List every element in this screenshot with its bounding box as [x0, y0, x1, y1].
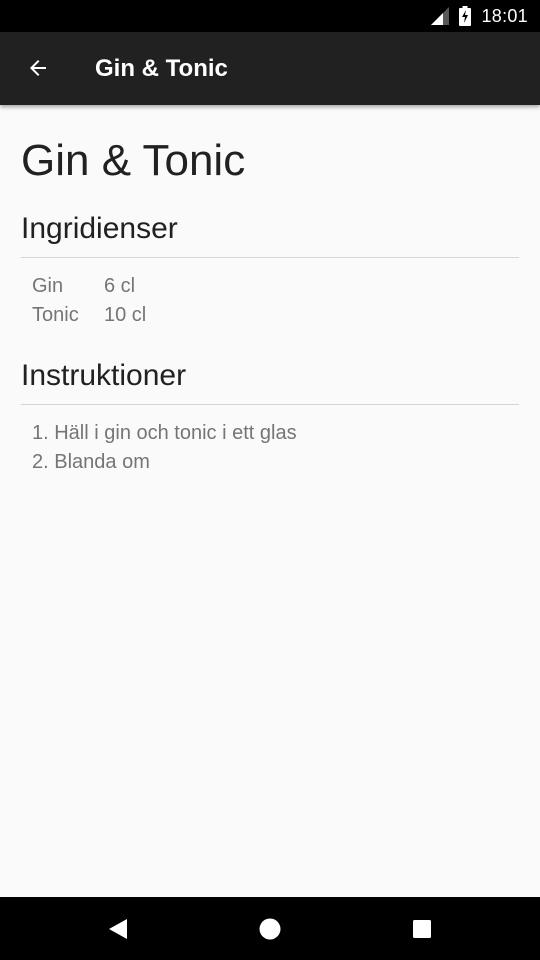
instruction-step: 1. Häll i gin och tonic i ett glas	[32, 422, 297, 444]
ingredient-name: Tonic	[32, 304, 79, 326]
ingredient-name: Gin	[32, 275, 64, 297]
system-nav-bar	[0, 897, 540, 960]
instructions-heading: Instruktioner	[21, 359, 187, 392]
ingredient-row: Tonic 10 cl	[32, 301, 519, 330]
recipe-title: Gin & Tonic	[21, 136, 246, 185]
instructions-divider	[21, 404, 519, 405]
ingredient-row: Gin 6 cl	[32, 272, 519, 301]
instruction-list: 1. Häll i gin och tonic i ett glas 2. Bl…	[21, 419, 519, 477]
screen: 18:01 Gin & Tonic Gin & Tonic Ingridiens…	[0, 0, 540, 960]
status-time: 18:01	[481, 5, 528, 26]
status-bar: 18:01	[0, 0, 540, 32]
recipe-content: Gin & Tonic Ingridienser Gin 6 cl Tonic …	[21, 105, 519, 477]
ingredients-heading: Ingridienser	[21, 212, 178, 245]
instruction-step: 2. Blanda om	[32, 451, 150, 473]
ingredient-list: Gin 6 cl Tonic 10 cl	[21, 272, 519, 330]
ingredients-divider	[21, 257, 519, 258]
ingredient-amount: 6 cl	[104, 275, 136, 297]
status-icons: 18:01	[431, 0, 528, 32]
nav-back-button[interactable]	[88, 897, 148, 960]
nav-back-icon	[109, 918, 127, 939]
nav-recents-icon	[413, 919, 431, 938]
app-toolbar: Gin & Tonic	[0, 32, 540, 105]
back-button[interactable]	[14, 44, 62, 92]
nav-recents-button[interactable]	[392, 897, 452, 960]
nav-home-icon	[259, 918, 281, 939]
battery-charging-icon	[459, 6, 472, 26]
ingredient-amount: 10 cl	[104, 304, 147, 326]
signal-icon	[431, 7, 450, 25]
arrow-back-icon	[30, 60, 46, 76]
toolbar-title: Gin & Tonic	[95, 55, 228, 82]
nav-home-button[interactable]	[240, 897, 300, 960]
